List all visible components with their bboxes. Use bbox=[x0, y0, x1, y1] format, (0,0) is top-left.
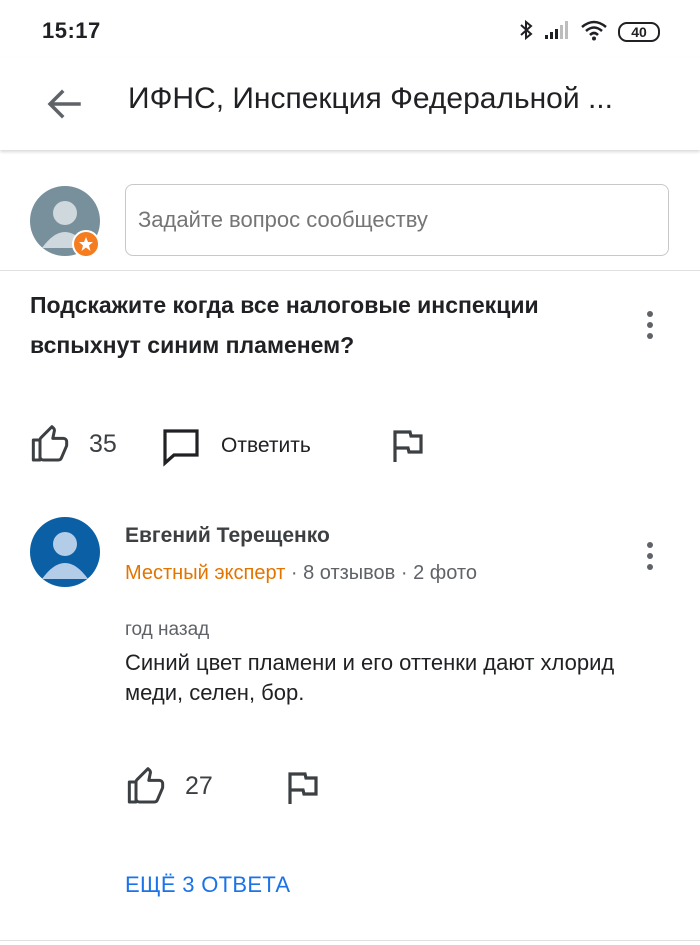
page-title: ИФНС, Инспекция Федеральной ... bbox=[128, 82, 613, 115]
divider bbox=[0, 940, 700, 941]
question-more-button[interactable] bbox=[638, 305, 662, 345]
answer-report-button[interactable] bbox=[283, 768, 323, 808]
question-report-button[interactable] bbox=[388, 426, 428, 466]
signal-icon bbox=[544, 20, 570, 45]
author-name[interactable]: Евгений Терещенко bbox=[125, 524, 330, 548]
divider bbox=[0, 270, 700, 271]
wifi-icon bbox=[580, 19, 608, 46]
thumb-up-icon bbox=[31, 425, 69, 462]
reply-label: Ответить bbox=[221, 434, 311, 457]
flag-icon bbox=[393, 430, 423, 462]
status-icons: 40 bbox=[518, 18, 660, 46]
arrow-back-icon bbox=[47, 89, 81, 119]
battery-icon: 40 bbox=[618, 22, 660, 42]
author-meta: Местный эксперт · 8 отзывов · 2 фото bbox=[125, 562, 477, 585]
answer-like-count: 27 bbox=[185, 772, 213, 800]
photo-count: · 2 фото bbox=[400, 562, 477, 584]
app-bar: ИФНС, Инспекция Федеральной ... bbox=[0, 58, 700, 150]
bluetooth-icon bbox=[518, 18, 534, 47]
more-answers-button[interactable]: ЕЩЁ 3 ОТВЕТА bbox=[125, 872, 290, 898]
back-button[interactable] bbox=[40, 80, 88, 128]
answer-like-button[interactable] bbox=[126, 767, 166, 807]
question-like-count: 35 bbox=[89, 430, 117, 458]
question-text: Подскажите когда все налоговые инспекции… bbox=[30, 292, 539, 358]
answer-timestamp: год назад bbox=[125, 619, 210, 640]
review-count: · 8 отзывов bbox=[290, 562, 396, 584]
status-time: 15:17 bbox=[42, 18, 101, 43]
flag-icon bbox=[288, 772, 318, 804]
comment-icon bbox=[163, 429, 199, 467]
answer-more-button[interactable] bbox=[638, 536, 662, 576]
local-expert-badge: Местный эксперт bbox=[125, 562, 286, 584]
author-avatar[interactable] bbox=[30, 517, 100, 587]
thumb-up-icon bbox=[127, 767, 165, 804]
local-guide-badge-icon bbox=[72, 230, 100, 258]
ask-question-input[interactable] bbox=[125, 184, 669, 256]
answer-text: Синий цвет пламени и его оттенки дают хл… bbox=[125, 650, 615, 705]
reply-button[interactable]: Ответить bbox=[160, 424, 340, 468]
question-like-button[interactable] bbox=[30, 425, 70, 465]
